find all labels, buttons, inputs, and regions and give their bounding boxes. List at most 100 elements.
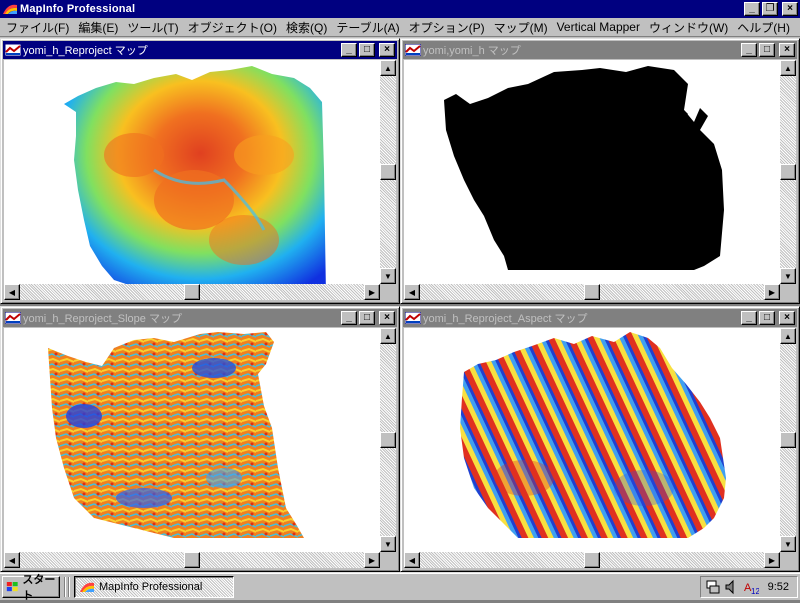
network-icon[interactable] (705, 579, 721, 595)
menu-window[interactable]: ウィンドウ(W) (647, 19, 735, 36)
scroll-thumb[interactable] (184, 284, 200, 300)
start-button[interactable]: スタート (2, 574, 60, 602)
horizontal-scrollbar[interactable]: ◀ ▶ (404, 552, 780, 568)
minimize-button[interactable]: _ (744, 2, 760, 16)
map-window-icon (405, 44, 421, 56)
scroll-right-button[interactable]: ▶ (764, 552, 780, 568)
close-button[interactable]: × (782, 2, 798, 16)
horizontal-scrollbar[interactable]: ◀ ▶ (404, 284, 780, 300)
menu-help[interactable]: ヘルプ(H) (735, 19, 797, 36)
clock[interactable]: 9:52 (768, 581, 789, 593)
scroll-thumb[interactable] (780, 164, 796, 180)
scroll-thumb[interactable] (380, 164, 396, 180)
map-window-titlebar[interactable]: yomi_h_Reproject マップ _ □ × (3, 41, 397, 59)
map-window-mask[interactable]: yomi,yomi_h マップ _ □ × ▲ ▼ ◀ ▶ (400, 38, 800, 304)
map-window-icon (5, 312, 21, 324)
maximize-button[interactable]: □ (359, 43, 375, 57)
minimize-button[interactable]: _ (341, 311, 357, 325)
arrow-up-icon: ▲ (784, 331, 792, 341)
vertical-scrollbar[interactable]: ▲ ▼ (780, 60, 796, 284)
scroll-up-button[interactable]: ▲ (780, 60, 796, 76)
scroll-left-button[interactable]: ◀ (4, 552, 20, 568)
scroll-thumb[interactable] (584, 552, 600, 568)
maximize-icon: □ (763, 44, 771, 55)
volume-icon[interactable] (724, 579, 740, 595)
aspect-map[interactable] (404, 328, 780, 552)
scroll-up-button[interactable]: ▲ (780, 328, 796, 344)
system-tray: A 12 9:52 (700, 576, 798, 598)
scroll-down-button[interactable]: ▼ (780, 536, 796, 552)
menu-vertical-mapper[interactable]: Vertical Mapper (555, 20, 647, 34)
arrow-up-icon: ▲ (384, 63, 392, 73)
scroll-corner (380, 284, 396, 300)
arrow-right-icon: ▶ (768, 287, 776, 297)
scroll-up-button[interactable]: ▲ (380, 328, 396, 344)
scroll-right-button[interactable]: ▶ (364, 552, 380, 568)
maximize-button[interactable]: □ (359, 311, 375, 325)
menu-tools[interactable]: ツール(T) (125, 19, 185, 36)
scroll-right-button[interactable]: ▶ (364, 284, 380, 300)
map-window-titlebar[interactable]: yomi_h_Reproject_Aspect マップ _ □ × (403, 309, 797, 327)
menu-map[interactable]: マップ(M) (492, 19, 555, 36)
minimize-button[interactable]: _ (341, 43, 357, 57)
scroll-down-button[interactable]: ▼ (780, 268, 796, 284)
aspect-raster (460, 332, 726, 538)
vertical-scrollbar[interactable]: ▲ ▼ (380, 328, 396, 552)
vertical-scrollbar[interactable]: ▲ ▼ (380, 60, 396, 284)
restore-button[interactable]: ❐ (762, 2, 778, 16)
maximize-button[interactable]: □ (759, 43, 775, 57)
scroll-left-button[interactable]: ◀ (4, 284, 20, 300)
scroll-thumb[interactable] (780, 432, 796, 448)
close-button[interactable]: × (379, 311, 395, 325)
minimize-icon: _ (746, 44, 752, 55)
scroll-left-button[interactable]: ◀ (404, 552, 420, 568)
scroll-down-button[interactable]: ▼ (380, 268, 396, 284)
taskbar-divider (68, 577, 70, 597)
app-titlebar[interactable]: MapInfo Professional _ ❐ × (0, 0, 800, 18)
maximize-button[interactable]: □ (759, 311, 775, 325)
arrow-left-icon: ◀ (8, 287, 16, 297)
close-icon: × (787, 3, 793, 14)
arrow-left-icon: ◀ (408, 287, 416, 297)
minimize-icon: _ (746, 312, 752, 323)
minimize-button[interactable]: _ (741, 43, 757, 57)
map-window-title: yomi_h_Reproject マップ (23, 45, 148, 57)
map-window-titlebar[interactable]: yomi_h_Reproject_Slope マップ _ □ × (3, 309, 397, 327)
menu-table[interactable]: テーブル(A) (334, 19, 406, 36)
scroll-thumb[interactable] (184, 552, 200, 568)
map-window-icon (405, 312, 421, 324)
map-window-titlebar[interactable]: yomi,yomi_h マップ _ □ × (403, 41, 797, 59)
arrow-up-icon: ▲ (784, 63, 792, 73)
menu-file[interactable]: ファイル(F) (4, 19, 76, 36)
scroll-corner (780, 552, 796, 568)
arrow-down-icon: ▼ (384, 271, 392, 281)
menu-options[interactable]: オプション(P) (407, 19, 492, 36)
vertical-scrollbar[interactable]: ▲ ▼ (780, 328, 796, 552)
minimize-button[interactable]: _ (741, 311, 757, 325)
ime-icon[interactable]: A 12 (743, 579, 759, 595)
scroll-thumb[interactable] (380, 432, 396, 448)
close-button[interactable]: × (779, 43, 795, 57)
map-window-aspect[interactable]: yomi_h_Reproject_Aspect マップ _ □ × ▲ ▼ ◀ … (400, 306, 800, 572)
horizontal-scrollbar[interactable]: ◀ ▶ (4, 284, 380, 300)
close-button[interactable]: × (779, 311, 795, 325)
arrow-down-icon: ▼ (784, 539, 792, 549)
map-window-elevation[interactable]: yomi_h_Reproject マップ _ □ × ▲ ▼ ◀ ▶ (0, 38, 400, 304)
horizontal-scrollbar[interactable]: ◀ ▶ (4, 552, 380, 568)
slope-map[interactable] (4, 328, 380, 552)
elevation-map[interactable] (4, 60, 380, 284)
menu-objects[interactable]: オブジェクト(O) (186, 19, 284, 36)
mask-map[interactable] (404, 60, 780, 284)
scroll-down-button[interactable]: ▼ (380, 536, 396, 552)
scroll-thumb[interactable] (584, 284, 600, 300)
scroll-right-button[interactable]: ▶ (764, 284, 780, 300)
mapinfo-logo-icon (80, 582, 94, 592)
taskbar-button-mapinfo[interactable]: MapInfo Professional (74, 576, 234, 598)
scroll-left-button[interactable]: ◀ (404, 284, 420, 300)
menu-query[interactable]: 検索(Q) (284, 19, 334, 36)
close-button[interactable]: × (379, 43, 395, 57)
menu-edit[interactable]: 編集(E) (76, 19, 125, 36)
map-window-slope[interactable]: yomi_h_Reproject_Slope マップ _ □ × ▲ ▼ ◀ ▶ (0, 306, 400, 572)
restore-icon: ❐ (765, 3, 775, 14)
scroll-up-button[interactable]: ▲ (380, 60, 396, 76)
